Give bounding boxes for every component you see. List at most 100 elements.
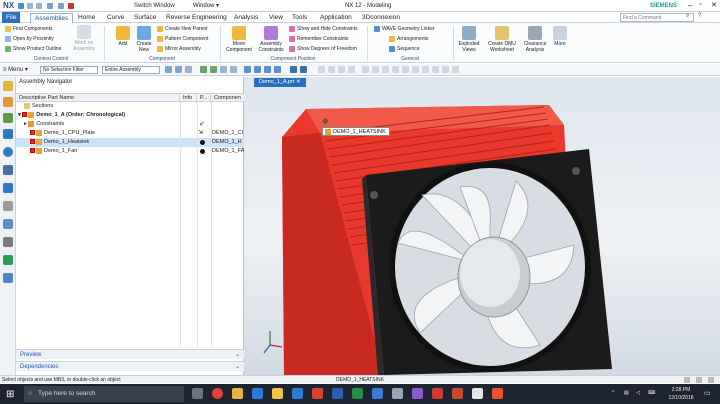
tab-reverse-engineering[interactable]: Reverse Engineering — [162, 13, 231, 23]
settings-icon[interactable] — [708, 377, 714, 383]
hd3d-tools-icon[interactable] — [3, 255, 13, 265]
part-navigator-icon[interactable] — [3, 113, 13, 123]
tray-up-arrow-icon[interactable]: ^ — [612, 390, 614, 396]
assembly-navigator-icon[interactable] — [3, 81, 13, 91]
word-icon[interactable] — [332, 388, 343, 399]
taskbar-date[interactable]: 12/10/2018 — [664, 395, 698, 401]
wave-geometry-linker-button[interactable]: WAVE Geometry Linker — [374, 25, 435, 33]
tree-row-heatsink[interactable]: Demo_1_Heatsink DEMO_1_H — [16, 138, 244, 147]
open-by-proximity-button[interactable]: Open by Proximity — [5, 35, 54, 43]
filter-icon[interactable] — [175, 66, 182, 73]
snap-control-icon[interactable] — [338, 66, 345, 73]
tab-assemblies[interactable]: Assemblies — [30, 13, 74, 23]
tab-3dconnexion[interactable]: 3Dconnexion — [358, 13, 404, 23]
onenote-icon[interactable] — [412, 388, 423, 399]
tree-row-root-assembly[interactable]: ▾ Demo_1_A (Order: Chronological) — [16, 111, 244, 120]
exploded-views-button[interactable]: Exploded Views — [457, 26, 481, 53]
pdf-reader-icon[interactable] — [432, 388, 443, 399]
snap-midpoint-icon[interactable] — [328, 66, 335, 73]
add-component-button[interactable]: Add — [114, 26, 132, 47]
work-on-assembly-button[interactable]: Work on Assembly — [70, 25, 98, 52]
paste-icon[interactable] — [58, 3, 64, 9]
language-icon[interactable]: ⌨ — [648, 390, 655, 396]
snap-center-icon[interactable] — [362, 66, 369, 73]
snap-bounded-icon[interactable] — [442, 66, 449, 73]
create-new-button[interactable]: Create New — [134, 26, 154, 53]
nx-app-icon[interactable] — [272, 388, 283, 399]
snap-point-icon[interactable] — [210, 66, 217, 73]
office-icon[interactable] — [312, 388, 323, 399]
edge-icon[interactable] — [252, 388, 263, 399]
window-menu[interactable]: Window ▾ — [193, 0, 219, 12]
dependencies-panel-header[interactable]: Dependencies ⌄ — [16, 361, 244, 371]
show-degrees-of-freedom-button[interactable]: Show Degrees of Freedom — [289, 45, 357, 53]
tree-row-fan[interactable]: Demo_1_Fan DEMO_1_FA — [16, 147, 244, 156]
layout-icon[interactable] — [696, 377, 702, 383]
constraint-navigator-icon[interactable] — [3, 97, 13, 107]
taskbar-time[interactable]: 2:28 PM — [664, 387, 698, 393]
file-explorer-icon[interactable] — [232, 388, 243, 399]
save-icon[interactable] — [18, 3, 24, 9]
visibility-checkbox[interactable] — [22, 112, 28, 118]
switch-window-button[interactable]: Switch Window — [134, 0, 175, 12]
more-button[interactable]: More — [551, 26, 569, 47]
visibility-checkbox[interactable] — [30, 130, 35, 136]
snap-endpoint-icon[interactable] — [318, 66, 325, 73]
chrome-icon[interactable] — [212, 388, 223, 399]
show-product-outline-button[interactable]: Show Product Outline — [5, 45, 61, 53]
snap-arc-icon[interactable] — [412, 66, 419, 73]
orient-icon[interactable] — [230, 66, 237, 73]
snap-extra-icon[interactable] — [452, 66, 459, 73]
notifications-icon[interactable]: ▭ — [704, 389, 711, 397]
create-new-parent-button[interactable]: Create New Parent — [157, 25, 208, 33]
tab-surface[interactable]: Surface — [130, 13, 160, 23]
find-command-input[interactable]: Find a Command — [620, 13, 694, 22]
recorder-icon[interactable] — [492, 388, 503, 399]
pattern-component-button[interactable]: Pattern Component — [157, 35, 208, 43]
assembly-constraints-button[interactable]: Assembly Constraints — [255, 26, 287, 53]
snap-on-curve-icon[interactable] — [392, 66, 399, 73]
snap-tangent-icon[interactable] — [432, 66, 439, 73]
snap-on-face-icon[interactable] — [402, 66, 409, 73]
paint-icon[interactable] — [472, 388, 483, 399]
redo-icon[interactable] — [36, 3, 42, 9]
windows-start-icon[interactable]: ⊞ — [6, 389, 17, 400]
volume-icon[interactable]: ◁ — [636, 390, 640, 396]
rotate-icon[interactable] — [264, 66, 271, 73]
render-style-icon[interactable] — [290, 66, 297, 73]
system-scenes-icon[interactable] — [3, 237, 13, 247]
selection-scope-dropdown[interactable]: Entire Assembly — [102, 66, 160, 74]
web-browser-icon[interactable] — [3, 147, 13, 157]
store-icon[interactable] — [292, 388, 303, 399]
tab-file[interactable]: File — [2, 12, 21, 23]
network-icon[interactable]: ▤ — [624, 390, 629, 396]
graphics-viewport[interactable]: Demo_1_A.prt ✕ ✥ DEMO_1_HEATSINK — [244, 77, 720, 375]
tab-curve[interactable]: Curve — [103, 13, 128, 23]
arrangements-button[interactable]: Arrangements — [389, 35, 428, 43]
visibility-checkbox[interactable] — [30, 148, 35, 154]
select-icon[interactable] — [165, 66, 172, 73]
maximize-icon[interactable]: ▫ — [699, 1, 701, 8]
fit-icon[interactable] — [244, 66, 251, 73]
tab-view[interactable]: View — [265, 13, 287, 23]
taskbar-search-input[interactable]: ○ Type here to search — [24, 386, 184, 402]
process-studio-icon[interactable] — [3, 183, 13, 193]
tab-tools[interactable]: Tools — [288, 13, 311, 23]
snap-pole-icon[interactable] — [422, 66, 429, 73]
snap-existing-point-icon[interactable] — [382, 66, 389, 73]
sequence-button[interactable]: Sequence — [389, 45, 420, 53]
excel-icon[interactable] — [352, 388, 363, 399]
manufacturing-wizards-icon[interactable] — [3, 201, 13, 211]
snap-intersection-icon[interactable] — [348, 66, 355, 73]
full-screen-icon[interactable] — [684, 377, 690, 383]
outlook-icon[interactable] — [372, 388, 383, 399]
tree-row-constraints[interactable]: ▸ Constraints ✔ — [16, 120, 244, 129]
notepad-icon[interactable] — [392, 388, 403, 399]
display-mode-icon[interactable] — [300, 66, 307, 73]
view-icon[interactable] — [220, 66, 227, 73]
move-component-button[interactable]: Move Component — [224, 26, 254, 53]
copy-icon[interactable] — [47, 3, 53, 9]
visibility-checkbox[interactable] — [30, 139, 35, 145]
preview-panel-header[interactable]: Preview ⌄ — [16, 349, 244, 359]
powerpoint-icon[interactable] — [452, 388, 463, 399]
